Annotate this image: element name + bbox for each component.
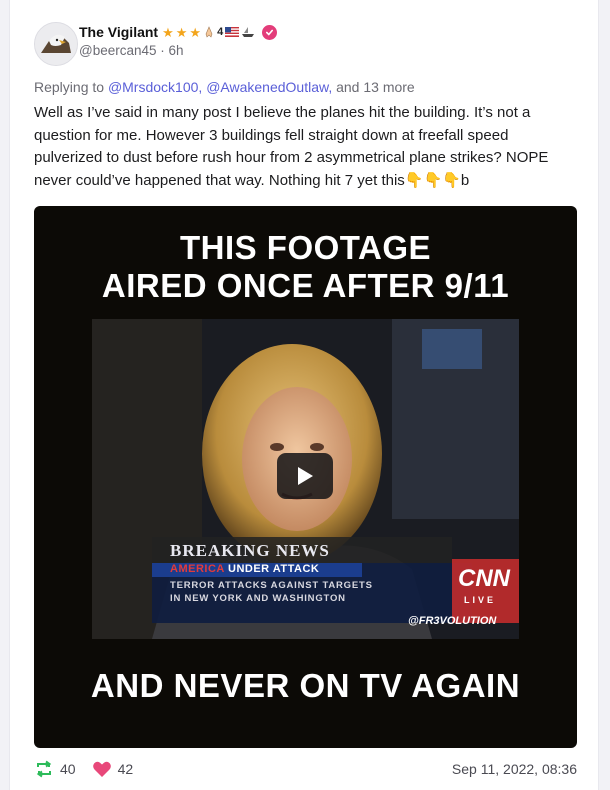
post-footer: 40 42 Sep 11, 2022, 08:36 bbox=[34, 756, 577, 782]
post-date[interactable]: Sep 11, 2022, 08:36 bbox=[452, 761, 577, 777]
post-card: The Vigilant ★ ★ ★ 4 @beercan45 · 6h Rep… bbox=[9, 0, 599, 790]
author-handle[interactable]: @beercan45 bbox=[79, 43, 157, 58]
eagle-avatar-icon bbox=[35, 23, 77, 65]
network-logo: CNN bbox=[458, 565, 510, 592]
play-button[interactable] bbox=[277, 453, 333, 499]
verified-icon bbox=[262, 24, 278, 40]
praying-hands-emoji-icon bbox=[205, 26, 213, 38]
banner-breaking-news: BREAKING NEWS bbox=[170, 541, 330, 560]
star-icon: ★ bbox=[189, 24, 202, 40]
video-caption-line1: THIS FOOTAGE bbox=[179, 229, 432, 266]
heart-icon bbox=[92, 761, 111, 777]
post-time[interactable]: 6h bbox=[169, 43, 184, 58]
banner-sub-line2: IN NEW YORK AND WASHINGTON bbox=[170, 593, 346, 604]
post-text: Well as I’ve said in many post I believe… bbox=[34, 104, 549, 189]
star-icon: ★ bbox=[175, 24, 188, 40]
repost-icon bbox=[36, 760, 52, 778]
reply-context: Replying to @Mrsdock100, @AwakenedOutlaw… bbox=[34, 79, 415, 95]
repost-count: 40 bbox=[60, 761, 76, 777]
banner-sub-line1: TERROR ATTACKS AGAINST TARGETS bbox=[170, 580, 373, 591]
avatar[interactable] bbox=[34, 22, 78, 66]
author-meta: @beercan45 · 6h bbox=[79, 43, 184, 58]
reply-prefix: Replying to bbox=[34, 79, 105, 95]
mention-link[interactable]: @AwakenedOutlaw, bbox=[206, 79, 332, 95]
banner-headline: AMERICA UNDER ATTACK bbox=[170, 563, 319, 575]
author-name[interactable]: The Vigilant bbox=[79, 24, 158, 40]
network-live-label: LIVE bbox=[464, 595, 497, 605]
video-caption-bottom: AND NEVER ON TV AGAIN bbox=[90, 667, 521, 704]
author-row: The Vigilant ★ ★ ★ 4 bbox=[79, 22, 278, 42]
like-count: 42 bbox=[117, 761, 134, 777]
flair-number: 4 bbox=[217, 26, 224, 38]
banner-headline-white: UNDER ATTACK bbox=[228, 563, 320, 575]
boat-emoji-icon bbox=[242, 27, 255, 37]
reply-more[interactable]: and 13 more bbox=[336, 79, 415, 95]
mention-link[interactable]: @Mrsdock100, bbox=[108, 79, 202, 95]
star-icon: ★ bbox=[162, 24, 174, 40]
video-watermark: @FR3VOLUTION bbox=[408, 615, 497, 627]
video-caption-line2: AIRED ONCE AFTER 9/11 bbox=[101, 267, 510, 304]
play-icon bbox=[298, 467, 313, 485]
meta-separator: · bbox=[160, 43, 169, 58]
video-player[interactable]: THIS FOOTAGE AIRED ONCE AFTER 9/11 BREAK… bbox=[34, 206, 577, 748]
us-flag-emoji-icon bbox=[225, 27, 240, 37]
like-stat[interactable]: 42 bbox=[92, 760, 134, 778]
author-flair: ★ ★ ★ 4 bbox=[162, 26, 255, 39]
repost-stat[interactable]: 40 bbox=[34, 760, 76, 778]
banner-headline-red: AMERICA bbox=[170, 563, 225, 575]
